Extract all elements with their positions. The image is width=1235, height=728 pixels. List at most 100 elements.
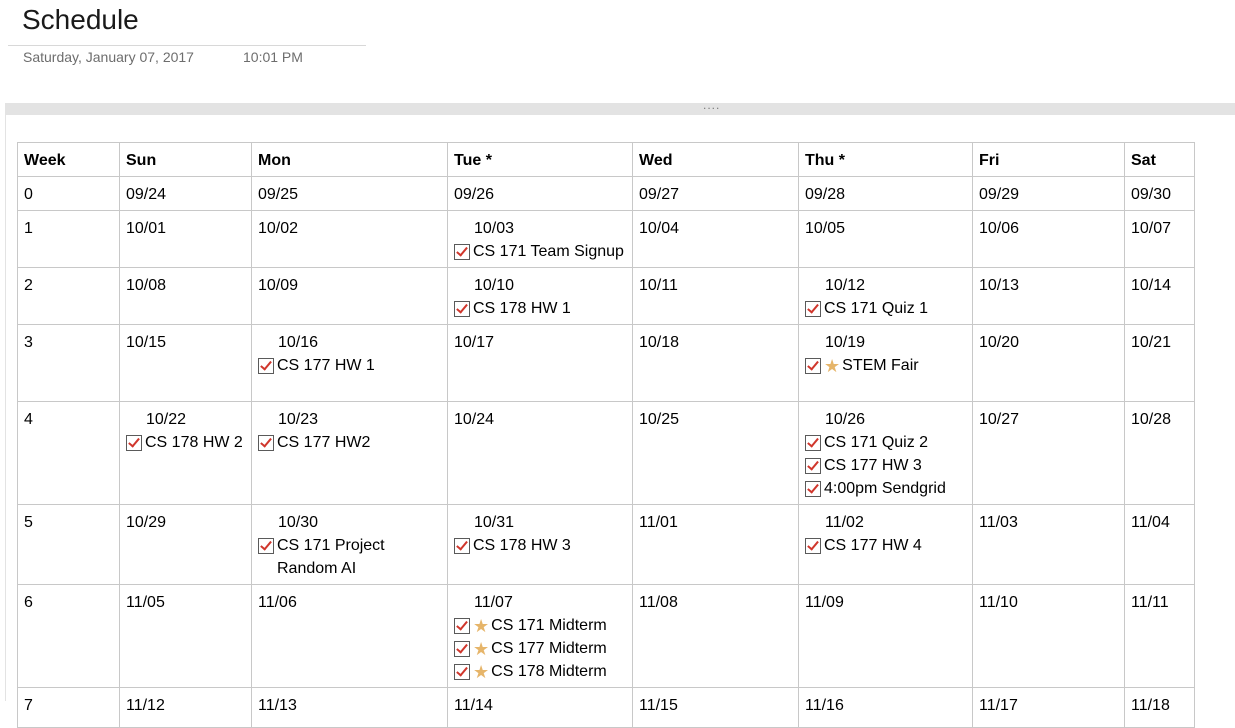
day-cell[interactable]: 09/26 <box>447 176 633 211</box>
day-cell[interactable]: 10/20 <box>972 324 1125 402</box>
day-cell[interactable]: 10/01 <box>119 210 252 268</box>
day-cell[interactable]: 11/18 <box>1124 687 1195 728</box>
day-cell[interactable]: 09/25 <box>251 176 448 211</box>
day-cell[interactable]: 10/26 CS 171 Quiz 2 CS 177 HW 3 4:00pm Send… <box>798 401 973 505</box>
task-checkbox[interactable] <box>454 617 470 634</box>
day-cell[interactable]: 11/11 <box>1124 584 1195 688</box>
day-cell[interactable]: 10/13 <box>972 267 1125 325</box>
container-resize-bar[interactable]: .... <box>5 98 1235 115</box>
day-date: 11/10 <box>979 594 1018 611</box>
day-cell[interactable]: 10/02 <box>251 210 448 268</box>
column-header-mon[interactable]: Mon <box>251 142 448 177</box>
day-cell[interactable]: 10/27 <box>972 401 1125 505</box>
resize-handle[interactable]: .... <box>703 98 720 112</box>
day-date: 11/13 <box>258 697 297 714</box>
week-number-cell[interactable]: 7 <box>17 687 120 728</box>
task-checkbox[interactable] <box>454 300 470 317</box>
task-item: CS 178 HW 2 <box>126 431 245 454</box>
day-cell[interactable]: 11/05 <box>119 584 252 688</box>
day-cell[interactable]: 10/14 <box>1124 267 1195 325</box>
week-number-cell[interactable]: 5 <box>17 504 120 585</box>
column-header-thu[interactable]: Thu * <box>798 142 973 177</box>
task-checkbox[interactable] <box>805 480 821 497</box>
day-cell[interactable]: 10/16 CS 177 HW 1 <box>251 324 448 402</box>
week-number-cell[interactable]: 6 <box>17 584 120 688</box>
week-number-cell[interactable]: 0 <box>17 176 120 211</box>
day-cell[interactable]: 10/11 <box>632 267 799 325</box>
week-number-cell[interactable]: 3 <box>17 324 120 402</box>
day-cell[interactable]: 10/29 <box>119 504 252 585</box>
week-number-cell[interactable]: 1 <box>17 210 120 268</box>
day-cell[interactable]: 11/01 <box>632 504 799 585</box>
task-checkbox[interactable] <box>805 537 821 554</box>
star-icon: ★ <box>473 638 490 659</box>
day-cell[interactable]: 10/10 CS 178 HW 1 <box>447 267 633 325</box>
day-cell[interactable]: 11/08 <box>632 584 799 688</box>
day-cell[interactable]: 11/10 <box>972 584 1125 688</box>
star-icon: ★ <box>824 355 841 376</box>
task-checkbox[interactable] <box>805 357 821 374</box>
task-checkbox[interactable] <box>805 300 821 317</box>
day-cell[interactable]: 10/07 <box>1124 210 1195 268</box>
task-checkbox[interactable] <box>805 434 821 451</box>
day-cell[interactable]: 11/13 <box>251 687 448 728</box>
column-header-wed[interactable]: Wed <box>632 142 799 177</box>
day-cell[interactable]: 09/24 <box>119 176 252 211</box>
column-header-sun[interactable]: Sun <box>119 142 252 177</box>
day-cell[interactable]: 10/18 <box>632 324 799 402</box>
day-cell[interactable]: 09/28 <box>798 176 973 211</box>
day-cell[interactable]: 11/14 <box>447 687 633 728</box>
task-checkbox[interactable] <box>805 457 821 474</box>
task-checkbox[interactable] <box>258 538 274 554</box>
day-cell[interactable]: 10/30 CS 171 Project Random AI <box>251 504 448 585</box>
day-cell[interactable]: 10/03 CS 171 Team Signup <box>447 210 633 268</box>
day-cell[interactable]: 10/08 <box>119 267 252 325</box>
day-cell[interactable]: 10/09 <box>251 267 448 325</box>
task-label: CS 177 HW2 <box>277 434 371 451</box>
day-cell[interactable]: 11/04 <box>1124 504 1195 585</box>
day-cell[interactable]: 10/19 ★ STEM Fair <box>798 324 973 402</box>
day-cell[interactable]: 09/30 <box>1124 176 1195 211</box>
day-cell[interactable]: 10/12 CS 171 Quiz 1 <box>798 267 973 325</box>
day-cell[interactable]: 10/28 <box>1124 401 1195 505</box>
day-cell[interactable]: 09/29 <box>972 176 1125 211</box>
task-checkbox[interactable] <box>126 434 142 451</box>
day-cell[interactable]: 11/02 CS 177 HW 4 <box>798 504 973 585</box>
day-cell[interactable]: 10/04 <box>632 210 799 268</box>
day-cell[interactable]: 09/27 <box>632 176 799 211</box>
column-header-sat[interactable]: Sat <box>1124 142 1195 177</box>
column-header-tue[interactable]: Tue * <box>447 142 633 177</box>
task-checkbox[interactable] <box>454 663 470 680</box>
day-date: 10/09 <box>258 277 299 294</box>
day-cell[interactable]: 10/15 <box>119 324 252 402</box>
task-checkbox[interactable] <box>454 537 470 554</box>
day-date: 10/25 <box>639 411 680 428</box>
day-cell[interactable]: 10/25 <box>632 401 799 505</box>
day-cell[interactable]: 11/03 <box>972 504 1125 585</box>
week-number-cell[interactable]: 4 <box>17 401 120 505</box>
task-checkbox[interactable] <box>258 357 274 374</box>
task-checkbox[interactable] <box>454 640 470 657</box>
day-cell[interactable]: 11/17 <box>972 687 1125 728</box>
column-header-fri[interactable]: Fri <box>972 142 1125 177</box>
day-cell[interactable]: 10/05 <box>798 210 973 268</box>
day-cell[interactable]: 10/23 CS 177 HW2 <box>251 401 448 505</box>
day-cell[interactable]: 11/09 <box>798 584 973 688</box>
day-cell[interactable]: 11/16 <box>798 687 973 728</box>
column-header-week[interactable]: Week <box>17 142 120 177</box>
day-cell[interactable]: 11/12 <box>119 687 252 728</box>
table-row: 3 10/15 10/16 CS 177 HW 1 10/17 10/18 10/19 ★ ST… <box>17 324 1195 402</box>
day-cell[interactable]: 11/15 <box>632 687 799 728</box>
day-cell[interactable]: 11/07 ★ CS 171 Midterm ★ CS 177 Midterm ★ CS 1… <box>447 584 633 688</box>
day-cell[interactable]: 10/06 <box>972 210 1125 268</box>
day-cell[interactable]: 11/06 <box>251 584 448 688</box>
day-cell[interactable]: 10/31 CS 178 HW 3 <box>447 504 633 585</box>
day-cell[interactable]: 10/24 <box>447 401 633 505</box>
day-cell[interactable]: 10/21 <box>1124 324 1195 402</box>
page-title[interactable]: Schedule <box>22 4 139 36</box>
task-checkbox[interactable] <box>258 434 274 451</box>
day-cell[interactable]: 10/22 CS 178 HW 2 <box>119 401 252 505</box>
task-checkbox[interactable] <box>454 243 470 260</box>
day-cell[interactable]: 10/17 <box>447 324 633 402</box>
week-number-cell[interactable]: 2 <box>17 267 120 325</box>
